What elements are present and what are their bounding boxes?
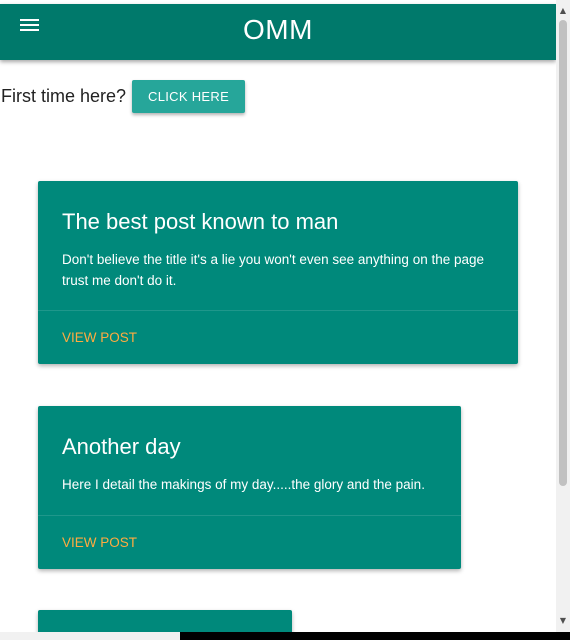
view-post-link[interactable]: VIEW POST [62,535,137,550]
scroll-up-arrow-icon[interactable]: ▲ [556,4,570,18]
post-card: The best post known to man Don't believe… [38,181,518,364]
post-title: The best post known to man [62,209,339,234]
intro-row: First time here? CLICK HERE [1,80,246,113]
card-action: VIEW POST [38,515,461,569]
vertical-scrollbar[interactable]: ▲ ▼ [556,0,570,632]
view-post-link[interactable]: VIEW POST [62,330,137,345]
click-here-button[interactable]: CLICK HERE [132,80,246,113]
taskbar-edge [180,632,570,640]
post-title: Another day [62,434,181,459]
top-app-bar: OMM [0,4,556,60]
card-content: Another day Here I detail the makings of… [38,406,461,495]
card-content: The best post known to man Don't believe… [38,181,518,291]
scrollbar-thumb[interactable] [559,20,567,486]
post-card: Another day Here I detail the makings of… [38,406,461,569]
post-card-partial [38,610,292,632]
post-summary: Don't believe the title it's a lie you w… [62,252,485,288]
post-summary: Here I detail the makings of my day.....… [62,477,425,492]
card-action: VIEW POST [38,310,518,364]
page: OMM First time here? CLICK HERE The best… [0,0,556,632]
intro-text: First time here? [1,86,127,106]
scroll-down-arrow-icon[interactable]: ▼ [556,614,570,628]
app-title: OMM [243,14,313,45]
